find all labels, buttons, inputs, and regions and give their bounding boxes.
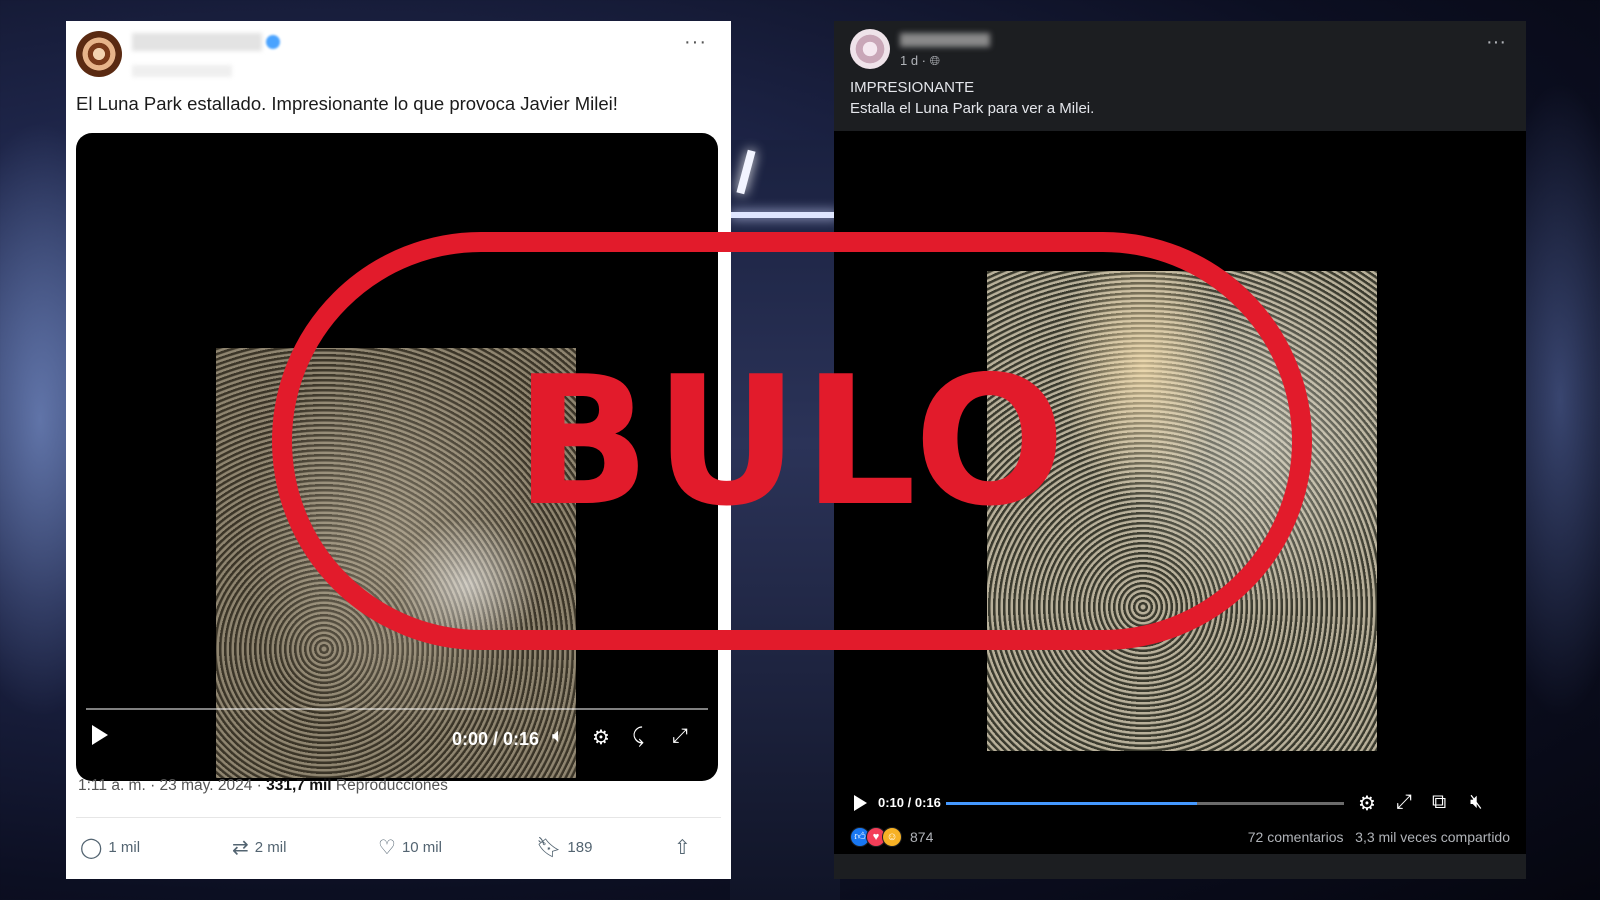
play-icon[interactable] xyxy=(854,795,867,811)
volume-icon[interactable]: 🔈︎ xyxy=(552,725,564,748)
fullscreen-icon[interactable]: ⤢ xyxy=(1396,791,1412,814)
bookmark-icon: 🔖︎ xyxy=(536,837,562,859)
reactions[interactable]: 👍︎ ♥ ☺ xyxy=(850,827,902,847)
heart-icon: ♡ xyxy=(378,837,396,859)
more-options-icon[interactable]: ··· xyxy=(1486,31,1506,54)
video-progress-bar[interactable] xyxy=(86,708,708,710)
mute-icon[interactable]: 🔇︎ xyxy=(1470,791,1483,814)
post-age: 1 d · 🌐︎ xyxy=(900,53,940,69)
repost-count: 2 mil xyxy=(254,839,287,856)
play-icon[interactable] xyxy=(92,725,108,745)
background-light-bar xyxy=(730,212,840,218)
repost-icon: ⇄ xyxy=(232,837,249,859)
reactions-count[interactable]: 874 xyxy=(910,829,933,845)
post-text-line-1: IMPRESIONANTE xyxy=(850,79,975,96)
video-time: 0:10 / 0:16 xyxy=(878,795,941,810)
reply-icon: ◯ xyxy=(80,837,103,859)
picture-in-picture-icon[interactable]: ⧉ xyxy=(1432,791,1446,814)
blurred-handle xyxy=(132,65,232,77)
comments-count[interactable]: 72 comentarios xyxy=(1248,829,1344,845)
share-icon: ⇧ xyxy=(674,837,691,859)
bookmark-count: 189 xyxy=(567,839,593,856)
reply-button[interactable]: ◯ 1 mil xyxy=(80,835,140,860)
view-count: 331,7 mil xyxy=(266,777,332,794)
like-button[interactable]: ♡ 10 mil xyxy=(378,835,442,860)
tweet-timestamp[interactable]: 1:11 a. m. · 23 may. 2024 · xyxy=(78,777,266,794)
share-button[interactable]: ⇧ xyxy=(674,835,691,860)
hoax-stamp-label: BULO xyxy=(514,337,1070,545)
settings-icon[interactable]: ⚙︎ xyxy=(1358,791,1376,816)
tweet-actions: ◯ 1 mil ⇄ 2 mil ♡ 10 mil 🔖︎ 189 ⇧ xyxy=(66,829,731,859)
globe-icon: 🌐︎ xyxy=(929,53,941,68)
settings-icon[interactable]: ⚙︎ xyxy=(592,725,610,750)
video-time: 0:00 / 0:16 xyxy=(452,729,540,749)
avatar[interactable] xyxy=(850,29,890,69)
blurred-username[interactable] xyxy=(900,33,990,47)
repost-button[interactable]: ⇄ 2 mil xyxy=(232,835,286,860)
more-options-icon[interactable]: ··· xyxy=(684,31,707,54)
post-text-line-2: Estalla el Luna Park para ver a Milei. xyxy=(850,100,1095,117)
reply-count: 1 mil xyxy=(108,839,141,856)
avatar[interactable] xyxy=(76,31,122,77)
tweet-meta: 1:11 a. m. · 23 may. 2024 · 331,7 mil Re… xyxy=(78,777,448,795)
post-stats: 72 comentarios 3,3 mil veces compartido xyxy=(1248,829,1510,845)
video-progress-bar[interactable] xyxy=(946,802,1344,805)
like-count: 10 mil xyxy=(401,839,442,856)
haha-reaction-icon: ☺ xyxy=(882,827,902,847)
video-progress-fill xyxy=(946,802,1197,805)
bookmark-button[interactable]: 🔖︎ 189 xyxy=(536,835,592,860)
views-label: Reproducciones xyxy=(331,777,448,794)
post-age-text: 1 d · xyxy=(900,53,927,68)
shares-count[interactable]: 3,3 mil veces compartido xyxy=(1355,829,1510,845)
divider xyxy=(76,817,721,818)
rotate-icon[interactable]: ⤹ xyxy=(632,725,644,748)
verified-badge-icon xyxy=(266,35,280,49)
fullscreen-icon[interactable]: ⤢ xyxy=(672,725,688,748)
tweet-text: El Luna Park estallado. Impresionante lo… xyxy=(76,93,618,114)
blurred-username[interactable] xyxy=(132,33,262,51)
